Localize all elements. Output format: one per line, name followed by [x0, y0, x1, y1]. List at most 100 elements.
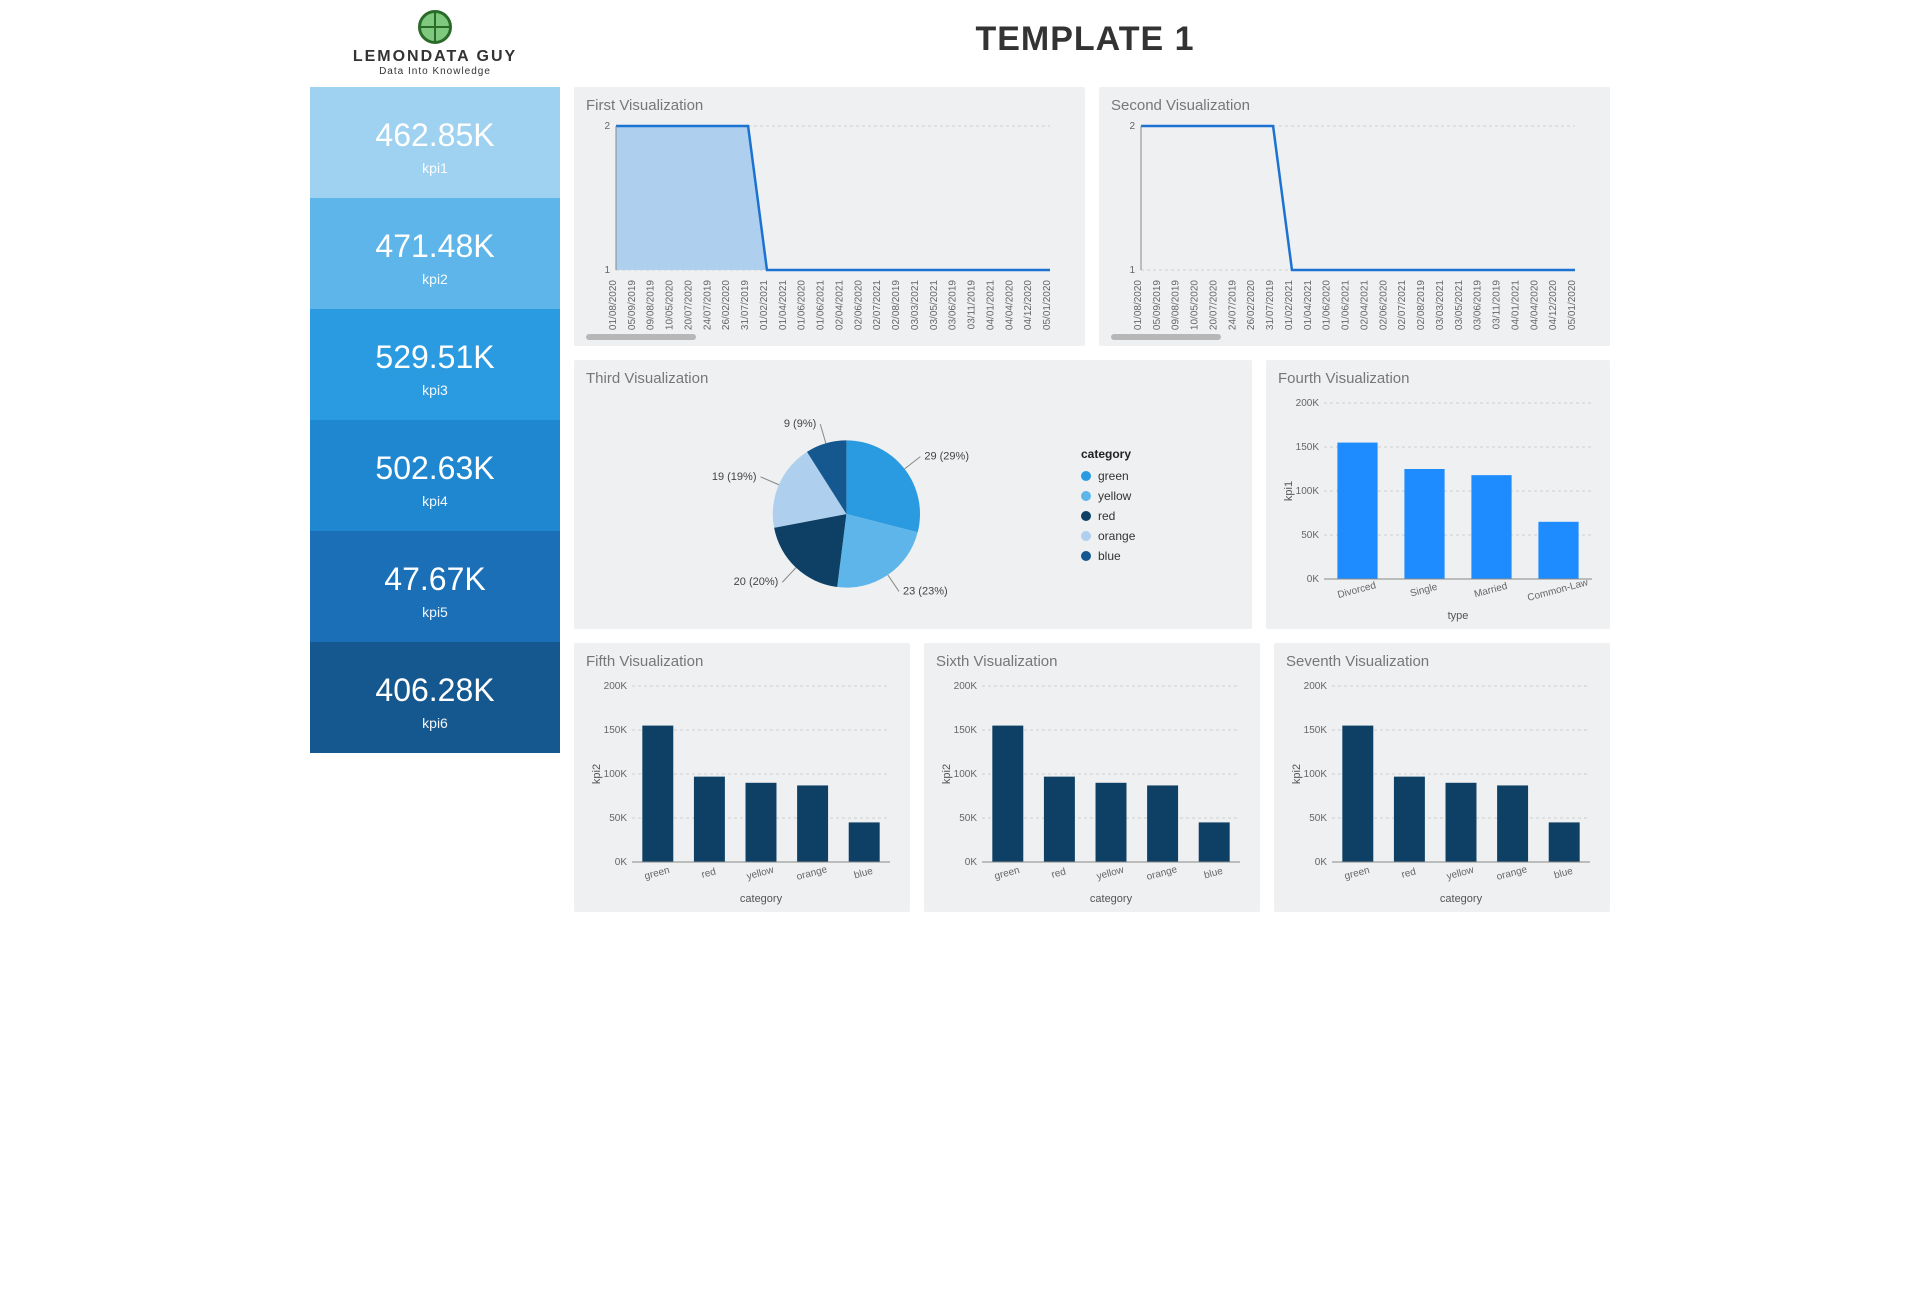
kpi-value: 471.48K — [320, 228, 550, 265]
svg-text:05/09/2019: 05/09/2019 — [627, 280, 638, 330]
svg-text:100K: 100K — [1296, 486, 1320, 497]
svg-text:20 (20%): 20 (20%) — [734, 576, 779, 588]
svg-text:green: green — [643, 865, 671, 882]
viz-sixth: Sixth Visualization 0K50K100K150K200K kp… — [924, 643, 1260, 912]
svg-text:blue: blue — [1553, 866, 1575, 882]
svg-text:04/12/2020: 04/12/2020 — [1548, 280, 1559, 330]
svg-text:blue: blue — [1098, 549, 1121, 563]
viz-fourth-title: Fourth Visualization — [1278, 370, 1598, 387]
svg-text:19 (19%): 19 (19%) — [712, 471, 757, 483]
svg-text:1: 1 — [1129, 265, 1135, 276]
svg-text:0K: 0K — [615, 857, 628, 868]
svg-text:200K: 200K — [604, 681, 628, 692]
svg-text:yellow: yellow — [746, 864, 776, 882]
svg-text:red: red — [1098, 509, 1115, 523]
svg-text:02/07/2021: 02/07/2021 — [872, 280, 883, 330]
svg-text:02/04/2021: 02/04/2021 — [1359, 280, 1370, 330]
svg-text:04/04/2020: 04/04/2020 — [1529, 280, 1540, 330]
svg-text:01/06/2020: 01/06/2020 — [1322, 280, 1333, 330]
kpi-value: 406.28K — [320, 672, 550, 709]
svg-text:kpi2: kpi2 — [591, 764, 603, 784]
svg-text:04/01/2021: 04/01/2021 — [985, 280, 996, 330]
svg-text:29 (29%): 29 (29%) — [924, 451, 969, 463]
svg-text:yellow: yellow — [1446, 864, 1476, 882]
svg-text:09/08/2019: 09/08/2019 — [1171, 280, 1182, 330]
svg-text:10/05/2020: 10/05/2020 — [665, 280, 676, 330]
svg-text:02/08/2019: 02/08/2019 — [891, 280, 902, 330]
viz-second-title: Second Visualization — [1111, 97, 1598, 114]
svg-text:orange: orange — [1145, 864, 1178, 883]
svg-text:kpi2: kpi2 — [1291, 764, 1303, 784]
logo-name: LEMONDATA GUY — [310, 48, 560, 66]
svg-text:orange: orange — [1495, 864, 1528, 883]
kpi-label: kpi3 — [320, 382, 550, 398]
svg-text:26/02/2020: 26/02/2020 — [1246, 280, 1257, 330]
svg-text:01/04/2021: 01/04/2021 — [778, 280, 789, 330]
svg-text:01/06/2021: 01/06/2021 — [816, 280, 827, 330]
svg-text:05/01/2020: 05/01/2020 — [1042, 280, 1053, 330]
svg-text:26/02/2020: 26/02/2020 — [721, 280, 732, 330]
svg-text:02/07/2021: 02/07/2021 — [1397, 280, 1408, 330]
svg-text:04/12/2020: 04/12/2020 — [1023, 280, 1034, 330]
svg-text:0K: 0K — [965, 857, 978, 868]
logo-icon — [418, 10, 452, 44]
svg-text:Single: Single — [1409, 582, 1439, 600]
svg-text:150K: 150K — [1296, 442, 1320, 453]
kpi-tile-kpi3: 529.51K kpi3 — [310, 309, 560, 420]
svg-text:03/05/2021: 03/05/2021 — [1454, 280, 1465, 330]
svg-text:2: 2 — [1129, 121, 1135, 132]
kpi-label: kpi2 — [320, 271, 550, 287]
viz-seventh: Seventh Visualization 0K50K100K150K200K … — [1274, 643, 1610, 912]
logo-tagline: Data Into Knowledge — [310, 66, 560, 77]
svg-text:05/01/2020: 05/01/2020 — [1567, 280, 1578, 330]
svg-text:02/06/2020: 02/06/2020 — [1378, 280, 1389, 330]
kpi-value: 462.85K — [320, 117, 550, 154]
kpi-label: kpi4 — [320, 493, 550, 509]
svg-text:23 (23%): 23 (23%) — [903, 585, 948, 597]
kpi-tile-kpi6: 406.28K kpi6 — [310, 642, 560, 753]
svg-text:24/07/2019: 24/07/2019 — [1227, 280, 1238, 330]
svg-text:category: category — [1090, 893, 1133, 905]
svg-text:03/03/2021: 03/03/2021 — [910, 280, 921, 330]
svg-text:20/07/2020: 20/07/2020 — [683, 280, 694, 330]
svg-text:yellow: yellow — [1098, 489, 1132, 503]
svg-text:50K: 50K — [959, 813, 977, 824]
svg-text:04/01/2021: 04/01/2021 — [1510, 280, 1521, 330]
svg-text:02/06/2020: 02/06/2020 — [853, 280, 864, 330]
svg-text:03/06/2019: 03/06/2019 — [1473, 280, 1484, 330]
viz-second-scrollbar[interactable] — [1111, 334, 1598, 340]
svg-text:0K: 0K — [1315, 857, 1328, 868]
svg-text:50K: 50K — [1309, 813, 1327, 824]
svg-text:01/06/2020: 01/06/2020 — [797, 280, 808, 330]
svg-text:type: type — [1448, 610, 1469, 622]
svg-text:2: 2 — [604, 121, 610, 132]
svg-text:red: red — [700, 866, 717, 880]
viz-seventh-title: Seventh Visualization — [1286, 653, 1598, 670]
svg-text:category: category — [1440, 893, 1483, 905]
svg-text:01/08/2020: 01/08/2020 — [608, 280, 619, 330]
svg-text:red: red — [1050, 866, 1067, 880]
kpi-value: 47.67K — [320, 561, 550, 598]
viz-first: First Visualization 12 01/08/202005/09/2… — [574, 87, 1085, 346]
kpi-tile-kpi1: 462.85K kpi1 — [310, 87, 560, 198]
viz-fifth: Fifth Visualization 0K50K100K150K200K kp… — [574, 643, 910, 912]
svg-text:04/04/2020: 04/04/2020 — [1004, 280, 1015, 330]
viz-first-scrollbar[interactable] — [586, 334, 1073, 340]
kpi-value: 529.51K — [320, 339, 550, 376]
svg-text:category: category — [740, 893, 783, 905]
svg-text:orange: orange — [795, 864, 828, 883]
kpi-tile-kpi4: 502.63K kpi4 — [310, 420, 560, 531]
svg-text:50K: 50K — [1301, 530, 1319, 541]
viz-third: Third Visualization 29 (29%)23 (23%)20 (… — [574, 360, 1252, 629]
svg-text:03/11/2019: 03/11/2019 — [1492, 280, 1503, 330]
svg-text:31/07/2019: 31/07/2019 — [740, 280, 751, 330]
logo: LEMONDATA GUY Data Into Knowledge — [310, 10, 560, 77]
svg-text:31/07/2019: 31/07/2019 — [1265, 280, 1276, 330]
svg-text:green: green — [993, 865, 1021, 882]
svg-text:blue: blue — [1203, 866, 1225, 882]
svg-text:01/04/2021: 01/04/2021 — [1303, 280, 1314, 330]
viz-sixth-title: Sixth Visualization — [936, 653, 1248, 670]
svg-text:1: 1 — [604, 265, 610, 276]
svg-text:200K: 200K — [1296, 398, 1320, 409]
svg-text:150K: 150K — [1304, 725, 1328, 736]
